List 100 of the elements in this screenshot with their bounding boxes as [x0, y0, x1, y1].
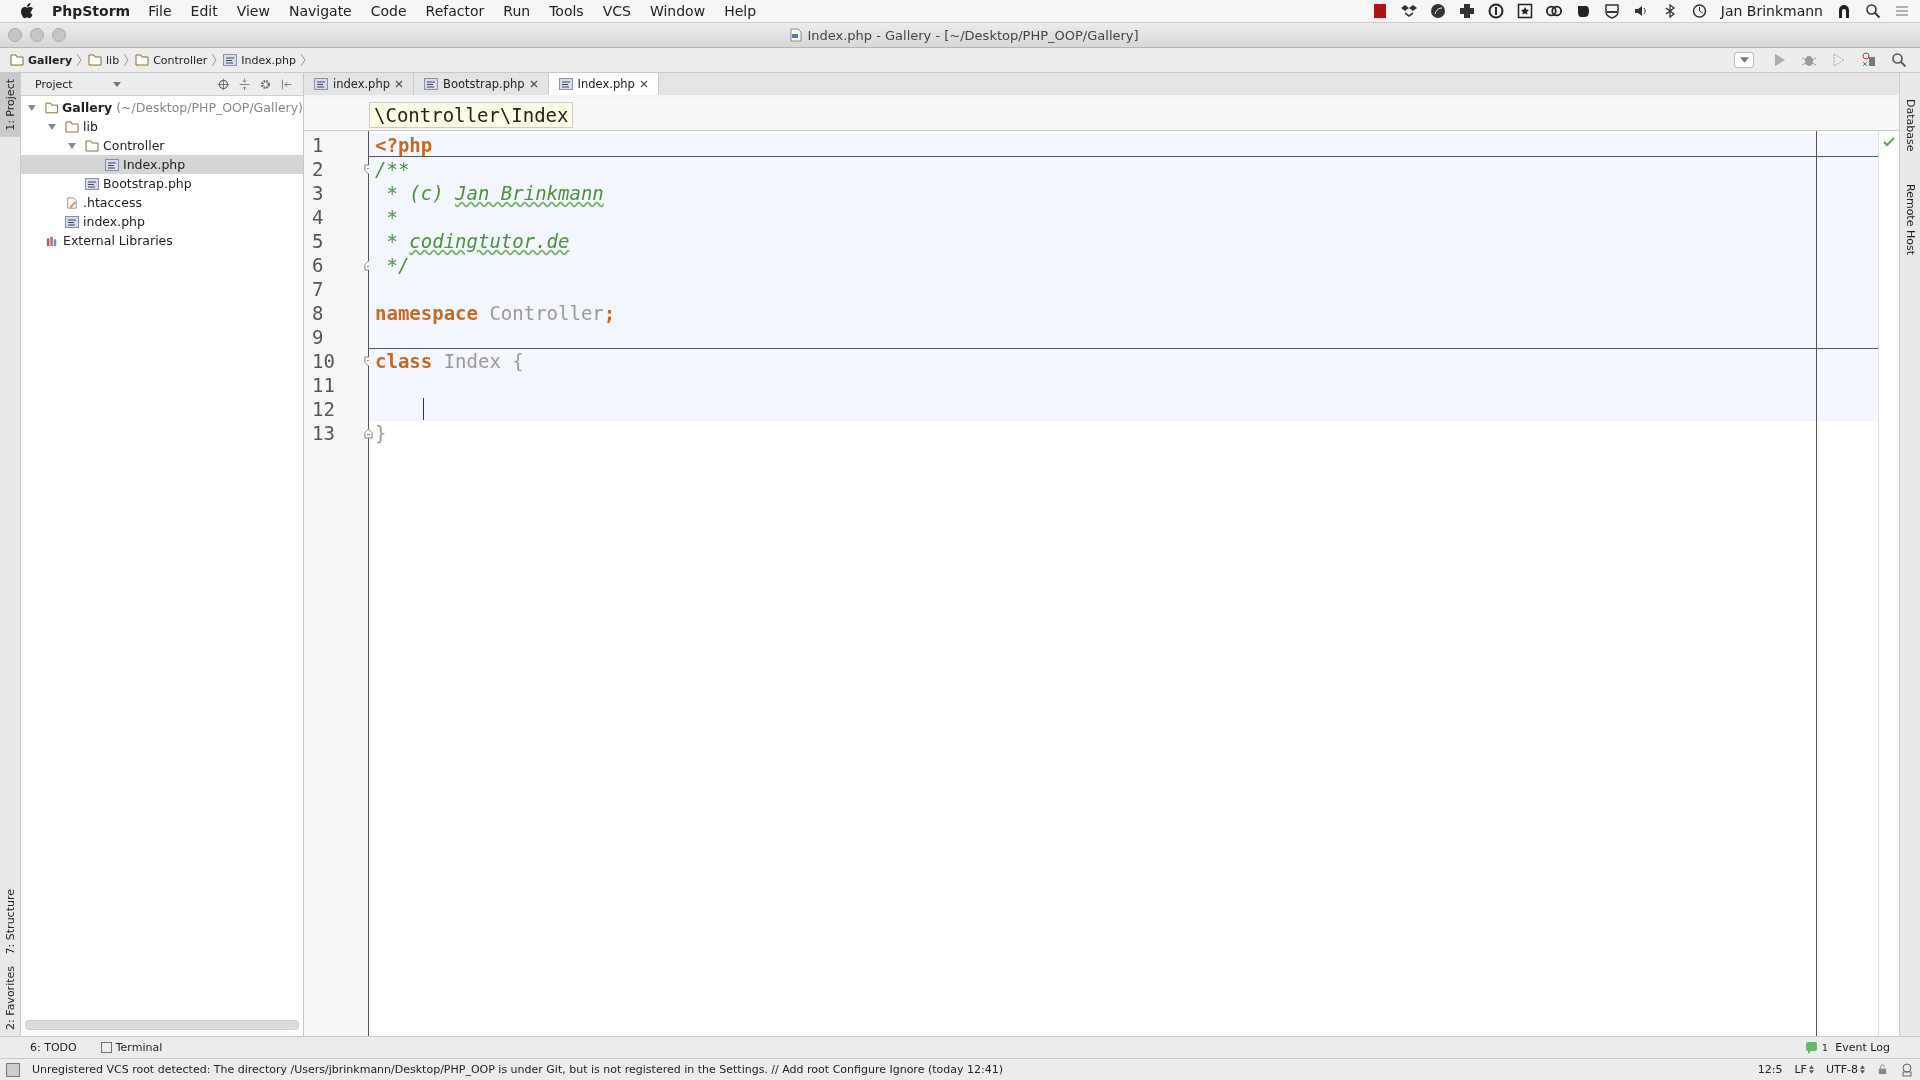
speaker-icon[interactable] [1632, 3, 1649, 19]
settings-icon[interactable] [259, 77, 272, 91]
php-file-icon [65, 215, 79, 228]
run-config-dropdown[interactable] [1734, 52, 1754, 68]
shield-icon[interactable] [1603, 3, 1620, 19]
code-line: <?php [375, 133, 433, 156]
expand-arrow-icon[interactable] [27, 102, 37, 113]
tree-item[interactable]: .htaccess [21, 193, 303, 212]
scope-breadcrumb[interactable]: \Controller\Index [369, 102, 574, 128]
breadcrumb[interactable]: Gallery [10, 53, 73, 67]
code-line: * codingtutor.de [385, 230, 570, 252]
line-number: 8 [311, 302, 324, 324]
menu-item[interactable]: File [148, 3, 172, 19]
tree-item[interactable]: index.php [21, 212, 303, 231]
status-message[interactable]: Unregistered VCS root detected: The directory /Users/jbrinkmann/Desktop/PHP_OOP is under Git, but is not registered in the Settings. // Add root Configure Ignore (today 12:41) [32, 1063, 1003, 1076]
search-icon[interactable] [1891, 52, 1907, 68]
remote-host-tool-tab[interactable]: Remote Host [1903, 177, 1917, 261]
line-separator-selector[interactable]: LF [1794, 1063, 1814, 1076]
line-number: 12 [311, 398, 335, 420]
folder-icon [10, 54, 24, 66]
terminal-icon [100, 1042, 112, 1053]
folder-icon [88, 54, 103, 66]
favorites-tool-tab[interactable]: 2: Favorites [3, 960, 17, 1036]
menu-item[interactable]: Window [649, 3, 706, 19]
cross-icon[interactable] [1458, 3, 1475, 19]
caret-position[interactable]: 12:5 [1757, 1063, 1783, 1076]
breadcrumb[interactable]: Index.php [223, 53, 296, 67]
close-icon[interactable] [395, 80, 403, 88]
tree-item[interactable]: lib [21, 117, 303, 136]
hide-panel-icon[interactable] [280, 77, 293, 91]
lock-icon[interactable] [1877, 1064, 1888, 1075]
search-icon[interactable] [1865, 3, 1881, 19]
project-tool-tab[interactable]: 1: Project [0, 73, 20, 137]
tree-item[interactable]: Controller [21, 136, 303, 155]
editor-tab[interactable]: Index.php [548, 73, 659, 95]
line-number: 1 [311, 134, 324, 156]
menu-item[interactable]: Run [503, 3, 531, 19]
code-line: } [375, 422, 387, 444]
menu-item[interactable]: Refactor [425, 3, 485, 19]
updown-icon[interactable] [1860, 1065, 1865, 1074]
line-number: 9 [311, 326, 324, 348]
menu-item[interactable]: View [236, 3, 270, 19]
tree-item[interactable]: Bootstrap.php [21, 174, 303, 193]
box-icon[interactable] [1400, 3, 1417, 19]
app-menu[interactable]: PhpStorm [52, 3, 131, 19]
library-icon [45, 234, 59, 247]
code-line: * (c) Jan Brinkmann [385, 182, 604, 204]
database-tool-tab[interactable]: Database [1903, 93, 1917, 158]
php-file-icon [314, 78, 328, 90]
line-number: 5 [311, 230, 324, 252]
close-icon[interactable] [529, 80, 538, 88]
menu-item[interactable]: Edit [190, 3, 218, 19]
apple-logo-icon[interactable] [20, 3, 34, 19]
arch-icon[interactable] [1836, 3, 1852, 19]
caret-icon [112, 81, 121, 87]
menu-item[interactable]: Tools [549, 3, 584, 19]
collapse-icon[interactable] [238, 77, 251, 91]
panel-toggle-icon[interactable] [6, 1062, 20, 1077]
clock-icon[interactable] [1690, 3, 1707, 19]
inspector-icon[interactable] [1900, 1062, 1914, 1077]
folder-icon [85, 139, 99, 152]
menu-item[interactable]: Help [724, 3, 757, 19]
window-title: Index.php - Gallery - [~/Desktop/PHP_OOP/Gallery] [807, 27, 1139, 43]
todo-tool-button[interactable]: 6: TODO [30, 1041, 77, 1054]
php-file-icon [85, 177, 99, 190]
fold-icon[interactable] [364, 428, 373, 439]
menu-item[interactable]: Navigate [288, 3, 352, 19]
line-number: 2 [311, 158, 324, 180]
updown-icon[interactable] [1808, 1065, 1814, 1074]
breadcrumb[interactable]: Controller [135, 53, 208, 67]
cloud-icon[interactable] [1545, 3, 1562, 19]
file-icon [789, 28, 804, 42]
target-icon[interactable] [217, 77, 230, 91]
path-hint: (~/Desktop/PHP_OOP/Gallery) [116, 100, 303, 115]
chevron-icon [300, 53, 306, 67]
info-icon[interactable] [1487, 3, 1504, 19]
editor-tab[interactable]: index.php [304, 73, 414, 95]
terminal-tool-button[interactable]: Terminal [100, 1041, 163, 1054]
line-number: 11 [311, 374, 335, 396]
structure-tool-tab[interactable]: 7: Structure [3, 882, 17, 961]
menu-item[interactable]: VCS [602, 3, 631, 19]
menu-item[interactable]: Code [370, 3, 407, 19]
php-file-icon [105, 158, 119, 171]
line-number: 4 [311, 206, 324, 228]
chevron-icon [76, 53, 83, 67]
expand-arrow-icon[interactable] [67, 140, 77, 151]
tree-item[interactable]: Gallery (~/Desktop/PHP_OOP/Gallery) [21, 98, 303, 117]
encoding-selector[interactable]: UTF-8 [1825, 1063, 1865, 1076]
line-number: 3 [311, 182, 324, 204]
breadcrumb[interactable]: lib [88, 53, 120, 67]
tree-item[interactable]: External Libraries [21, 231, 303, 250]
close-icon[interactable] [639, 80, 648, 88]
user-name[interactable]: Jan Brinkmann [1720, 3, 1823, 19]
speech-bubble-icon [1806, 1041, 1818, 1054]
editor-tab[interactable]: Bootstrap.php [414, 73, 549, 95]
check-icon [1883, 137, 1895, 147]
tree-item[interactable]: Index.php [21, 155, 303, 174]
expand-arrow-icon[interactable] [47, 121, 57, 132]
scrollbar[interactable] [25, 1020, 299, 1030]
line-number: 7 [311, 278, 324, 300]
